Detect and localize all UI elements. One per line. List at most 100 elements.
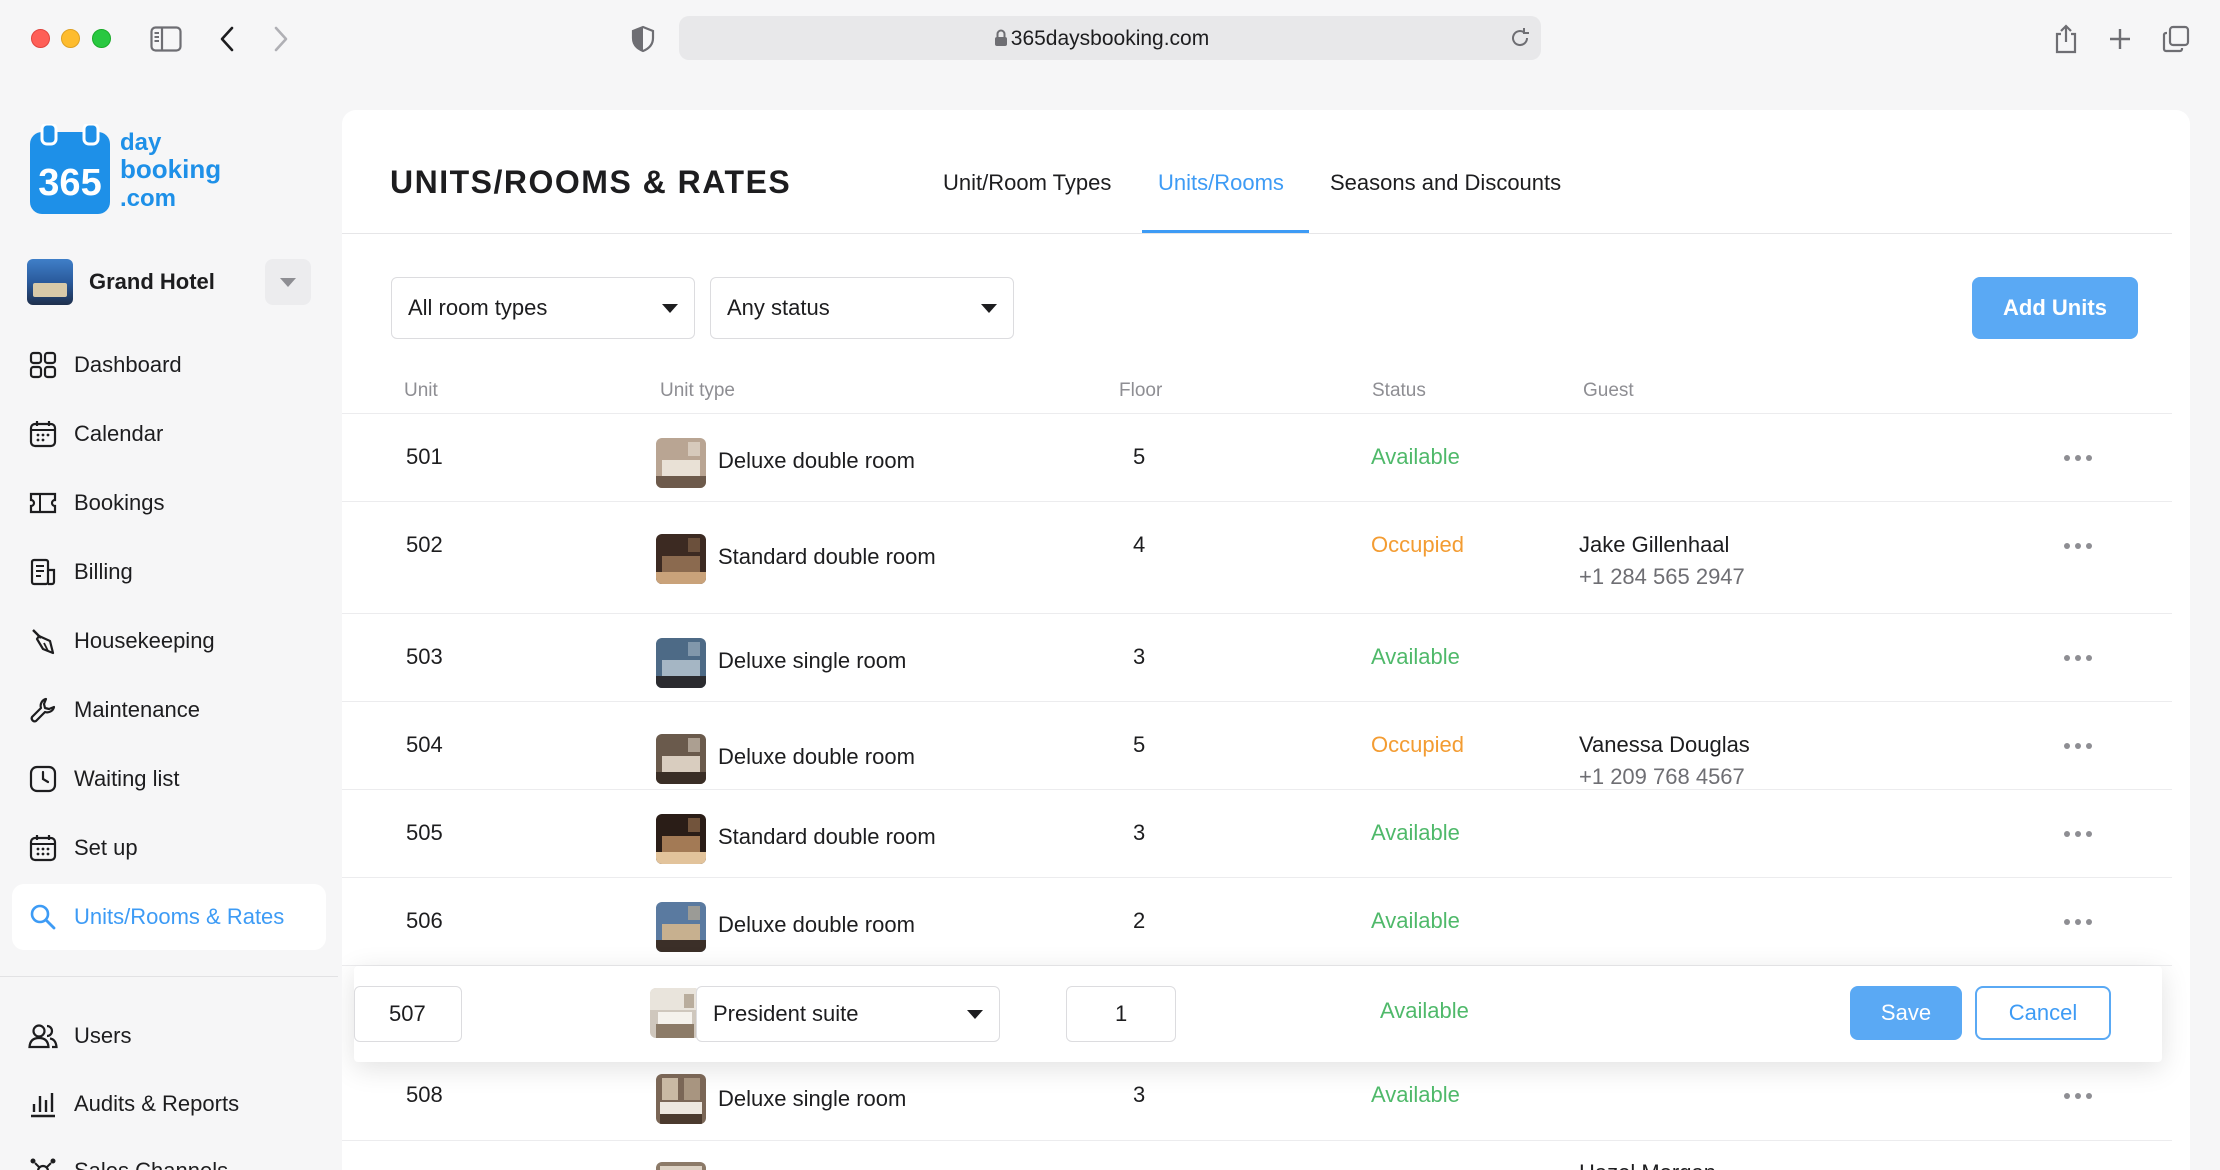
more-options-icon[interactable]: [2058, 736, 2098, 756]
guest-name: Hazel Morgan: [1579, 1160, 1716, 1170]
more-options-icon[interactable]: [2058, 1086, 2098, 1106]
status-filter-value: Any status: [727, 295, 830, 320]
nav-maintenance[interactable]: Maintenance: [12, 677, 326, 743]
unit-type-name: Deluxe double room: [718, 744, 915, 769]
share-icon[interactable]: [2049, 22, 2083, 56]
app-logo[interactable]: 365 day bookings .com: [30, 122, 236, 216]
minimize-window-button[interactable]: [61, 29, 80, 48]
add-units-button[interactable]: Add Units: [1972, 277, 2138, 339]
zoom-window-button[interactable]: [92, 29, 111, 48]
status-badge: Occupied: [1371, 732, 1464, 757]
svg-text:365: 365: [38, 162, 101, 204]
nav-label: Dashboard: [74, 352, 182, 377]
room-thumbnail: [656, 438, 706, 488]
grid-icon: [28, 350, 58, 380]
tab-overview-icon[interactable]: [2159, 22, 2193, 56]
save-button[interactable]: Save: [1850, 986, 1962, 1040]
status-badge: Available: [1380, 998, 1469, 1023]
nav-label: Set up: [74, 835, 138, 860]
ticket-icon: [28, 488, 58, 518]
bar-chart-icon: [28, 1089, 58, 1119]
row-divider: [342, 701, 2172, 702]
sidebar-divider: [0, 976, 338, 977]
guest-phone: +1 209 768 4567: [1579, 764, 1745, 789]
nav-units-rooms-rates[interactable]: Units/Rooms & Rates: [12, 884, 326, 950]
calendar-icon: [28, 419, 58, 449]
room-type-filter-value: All room types: [408, 295, 548, 320]
unit-edit-row: 507 President suite 1 Available Save Can…: [354, 966, 2162, 1062]
lock-icon: [994, 29, 1008, 52]
nav-label: Users: [74, 1023, 132, 1048]
channels-icon: [28, 1156, 58, 1170]
floor-number: 3: [1133, 1082, 1146, 1107]
url-text: 365daysbooking.com: [1010, 27, 1210, 50]
room-type-filter[interactable]: All room types: [391, 277, 695, 339]
chevron-down-icon: [967, 1009, 983, 1019]
hotel-dropdown-button[interactable]: [265, 259, 311, 305]
hotel-selector[interactable]: Grand Hotel: [27, 256, 311, 308]
room-thumbnail: [656, 638, 706, 688]
tab-units-rooms[interactable]: Units/Rooms: [1158, 170, 1284, 196]
tab-seasons-discounts[interactable]: Seasons and Discounts: [1330, 170, 1561, 196]
nav-housekeeping[interactable]: Housekeeping: [12, 608, 326, 674]
nav-label: Billing: [74, 559, 133, 584]
status-badge: Available: [1371, 908, 1460, 933]
more-options-icon[interactable]: [2058, 648, 2098, 668]
forward-icon[interactable]: [264, 22, 298, 56]
address-bar[interactable]: 365daysbooking.com: [679, 16, 1541, 60]
clock-icon: [28, 764, 58, 794]
table-header-divider: [342, 413, 2172, 414]
chevron-down-icon: [662, 303, 678, 313]
status-badge: Occupied: [1371, 532, 1464, 557]
guest-name: Jake Gillenhaal: [1579, 532, 1730, 557]
nav-calendar[interactable]: Calendar: [12, 401, 326, 467]
floor-input[interactable]: 1: [1066, 986, 1176, 1042]
column-header-unit: Unit: [404, 380, 438, 401]
room-thumbnail: [650, 988, 700, 1038]
nav-waiting-list[interactable]: Waiting list: [12, 746, 326, 812]
nav-dashboard[interactable]: Dashboard: [12, 332, 326, 398]
more-options-icon[interactable]: [2058, 536, 2098, 556]
reload-icon[interactable]: [1509, 27, 1531, 54]
unit-number: 501: [406, 444, 443, 469]
unit-type-name: Deluxe double room: [718, 448, 915, 473]
column-header-floor: Floor: [1119, 380, 1163, 401]
main-panel: UNITS/ROOMS & RATES Unit/Room Types Unit…: [342, 110, 2190, 1170]
status-badge: Available: [1371, 644, 1460, 669]
new-tab-icon[interactable]: [2103, 22, 2137, 56]
sidebar: 365 day bookings .com Grand Hotel Dashbo…: [0, 78, 338, 1170]
unit-type-select[interactable]: President suite: [696, 986, 1000, 1042]
nav-users[interactable]: Users: [12, 1003, 326, 1069]
nav-bookings[interactable]: Bookings: [12, 470, 326, 536]
nav-label: Waiting list: [74, 766, 180, 791]
nav-audits-reports[interactable]: Audits & Reports: [12, 1071, 326, 1137]
sidebar-toggle-icon[interactable]: [149, 22, 183, 56]
more-options-icon[interactable]: [2058, 448, 2098, 468]
privacy-shield-icon[interactable]: [626, 22, 660, 56]
close-window-button[interactable]: [31, 29, 50, 48]
receipt-icon: [28, 557, 58, 587]
nav-billing[interactable]: Billing: [12, 539, 326, 605]
unit-number-input[interactable]: 507: [354, 986, 462, 1042]
room-thumbnail: [656, 902, 706, 952]
more-options-icon[interactable]: [2058, 824, 2098, 844]
floor-number: 2: [1133, 908, 1146, 933]
unit-number: 506: [406, 908, 443, 933]
nav-set-up[interactable]: Set up: [12, 815, 326, 881]
cancel-button[interactable]: Cancel: [1975, 986, 2111, 1040]
nav-sales-channels[interactable]: Sales Channels: [12, 1138, 326, 1170]
unit-type-name: Standard double room: [718, 544, 936, 569]
room-thumbnail: [656, 1074, 706, 1124]
room-thumbnail: [656, 734, 706, 784]
search-icon: [28, 902, 58, 932]
calendar-setup-icon: [28, 833, 58, 863]
unit-type-name: Deluxe single room: [718, 648, 907, 673]
unit-type-select-value: President suite: [713, 1001, 859, 1026]
more-options-icon[interactable]: [2058, 912, 2098, 932]
status-filter[interactable]: Any status: [710, 277, 1014, 339]
browser-toolbar: 365daysbooking.com: [0, 0, 2220, 78]
tab-unit-room-types[interactable]: Unit/Room Types: [943, 170, 1111, 196]
back-icon[interactable]: [210, 22, 244, 56]
page-title: UNITS/ROOMS & RATES: [390, 164, 792, 200]
broom-icon: [28, 626, 58, 656]
